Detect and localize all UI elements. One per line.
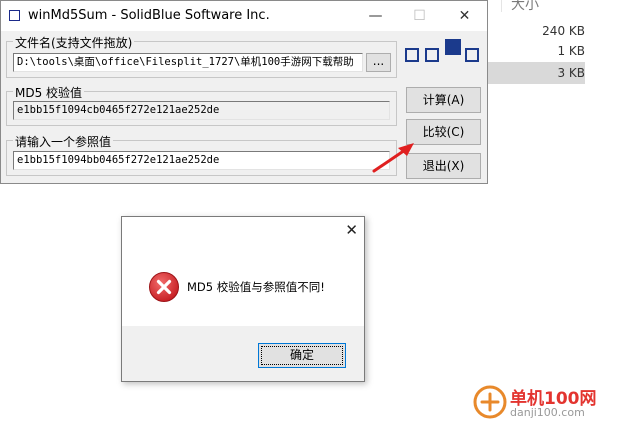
ok-button[interactable]: 确定 bbox=[258, 343, 346, 368]
md5-result-field[interactable]: e1bb15f1094cb0465f272e121ae252de bbox=[13, 101, 390, 120]
watermark-url: danji100.com bbox=[510, 406, 585, 419]
file-path-input[interactable]: D:\tools\桌面\office\Filesplit_1727\单机100手… bbox=[13, 53, 363, 72]
logo-square-icon bbox=[425, 48, 439, 62]
md5-group-label: MD5 校验值 bbox=[13, 84, 85, 101]
calculate-button[interactable]: 计算(A) bbox=[406, 87, 481, 113]
md5-group: MD5 校验值 e1bb15f1094cb0465f272e121ae252de bbox=[6, 84, 397, 126]
size-column-header[interactable]: 大小 bbox=[511, 0, 539, 14]
error-icon bbox=[149, 272, 179, 302]
logo-square-filled-icon bbox=[445, 39, 461, 55]
watermark-logo: 单机100网 danji100.com bbox=[472, 384, 597, 423]
file-size-cell: 1 KB bbox=[557, 44, 585, 58]
browse-button[interactable]: ... bbox=[366, 53, 391, 72]
dialog-message: MD5 校验值与参照值不同! bbox=[187, 280, 325, 294]
window-title: winMd5Sum - SolidBlue Software Inc. bbox=[28, 8, 270, 23]
file-size-cell-selected: 3 KB bbox=[487, 62, 585, 84]
file-size-cell: 240 KB bbox=[542, 24, 585, 38]
watermark-plus-icon bbox=[473, 385, 507, 419]
logo-square-icon bbox=[465, 48, 479, 62]
error-dialog: ✕ MD5 校验值与参照值不同! 确定 bbox=[121, 216, 365, 382]
app-icon bbox=[9, 10, 20, 21]
title-bar[interactable]: winMd5Sum - SolidBlue Software Inc. — ☐ … bbox=[1, 1, 487, 31]
file-group: 文件名(支持文件拖放) D:\tools\桌面\office\Filesplit… bbox=[6, 34, 397, 78]
column-separator bbox=[501, 0, 502, 12]
minimize-button[interactable]: — bbox=[353, 1, 398, 31]
file-group-label: 文件名(支持文件拖放) bbox=[13, 34, 135, 51]
close-button[interactable]: ✕ bbox=[442, 1, 487, 31]
annotation-arrow-icon bbox=[372, 143, 414, 173]
explorer-background: 大小 240 KB 1 KB 3 KB bbox=[487, 0, 622, 120]
maximize-button[interactable]: ☐ bbox=[397, 1, 442, 31]
reference-group-label: 请输入一个参照值 bbox=[13, 133, 114, 150]
reference-group: 请输入一个参照值 e1bb15f1094bb0465f272e121ae252d… bbox=[6, 133, 397, 176]
dialog-close-button[interactable]: ✕ bbox=[345, 221, 358, 239]
logo-square-icon bbox=[405, 48, 419, 62]
reference-input[interactable]: e1bb15f1094bb0465f272e121ae252de bbox=[13, 151, 390, 170]
